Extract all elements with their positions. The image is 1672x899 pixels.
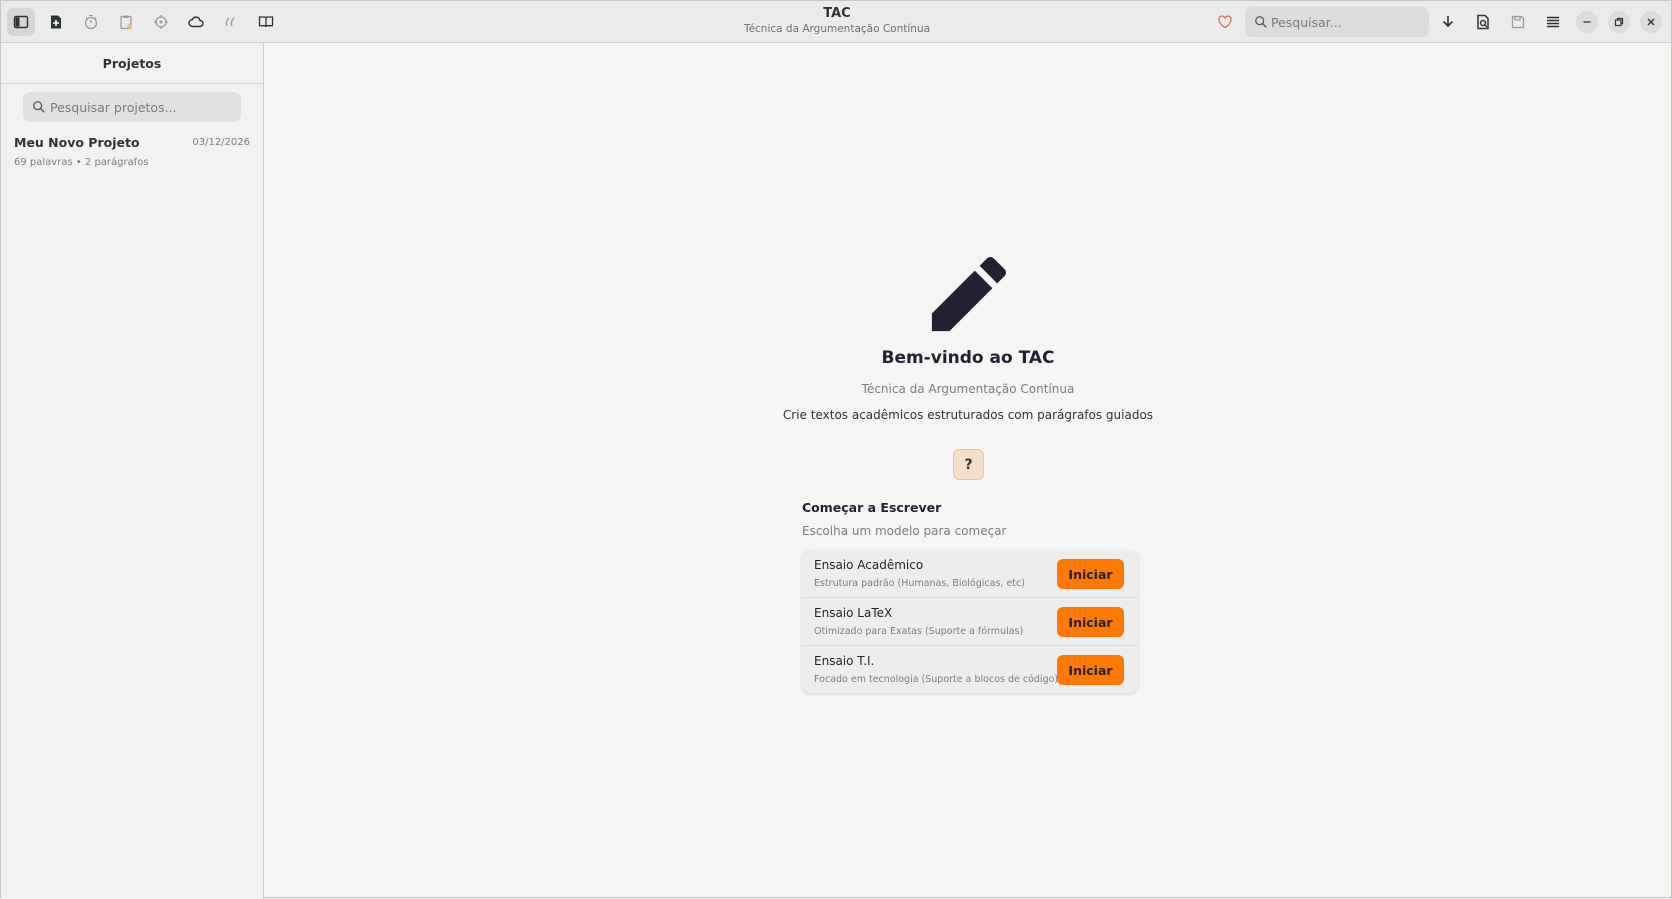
quote-button[interactable] — [217, 8, 245, 36]
new-document-button[interactable] — [42, 8, 70, 36]
quote-icon — [225, 17, 235, 27]
clipboard-button[interactable] — [112, 8, 140, 36]
project-list-item[interactable]: Meu Novo Projeto 03/12/2026 69 palavras … — [1, 131, 263, 175]
target-icon — [154, 15, 168, 29]
heart-icon — [1218, 15, 1232, 29]
welcome-description: Crie textos acadêmicos estruturados com … — [782, 408, 1154, 422]
welcome-subtitle: Técnica da Argumentação Contínua — [861, 382, 1075, 396]
export-icon — [1477, 14, 1489, 30]
project-date: 03/12/2026 — [192, 137, 250, 148]
start-it-essay-button[interactable]: Iniciar — [1057, 655, 1124, 685]
maximize-button[interactable] — [1608, 11, 1630, 33]
close-button[interactable] — [1640, 11, 1662, 33]
clipboard-icon — [120, 15, 132, 30]
template-name: Ensaio LaTeX — [814, 606, 893, 620]
minimize-icon — [1583, 21, 1591, 23]
window-title-area: TAC Técnica da Argumentação Contínua — [637, 6, 1037, 36]
sidebar-toggle-icon — [13, 15, 29, 29]
welcome-screen: Bem-vindo ao TAC Técnica da Argumentação… — [265, 43, 1671, 897]
template-list: Ensaio Acadêmico Estrutura padrão (Human… — [802, 550, 1138, 693]
timer-icon — [84, 14, 98, 30]
start-latex-essay-button[interactable]: Iniciar — [1057, 607, 1124, 637]
template-row: Ensaio LaTeX Otimizado para Exatas (Supo… — [802, 598, 1138, 646]
download-button[interactable] — [1434, 8, 1462, 36]
maximize-icon — [1614, 17, 1624, 27]
app-window: TAC Técnica da Argumentação Contínua Pes… — [0, 0, 1672, 899]
sidebar-toggle-button[interactable] — [7, 8, 35, 36]
timer-button[interactable] — [77, 8, 105, 36]
download-icon — [1442, 16, 1454, 28]
main-menu-button[interactable] — [1539, 8, 1567, 36]
project-meta: 69 palavras • 2 parágrafos — [14, 157, 149, 168]
start-writing-title: Começar a Escrever — [802, 500, 942, 515]
template-description: Focado em tecnologia (Suporte a blocos d… — [814, 674, 1059, 685]
app-subtitle: Técnica da Argumentação Contínua — [743, 23, 931, 35]
project-name: Meu Novo Projeto — [14, 135, 140, 150]
header-search-input[interactable] — [1271, 11, 1421, 33]
export-button[interactable] — [1469, 8, 1497, 36]
projects-search[interactable] — [23, 92, 241, 122]
app-title: TAC — [823, 6, 851, 21]
save-button[interactable] — [1504, 8, 1532, 36]
cloud-icon — [188, 16, 204, 28]
welcome-title: Bem-vindo ao TAC — [881, 348, 1055, 368]
favorite-button[interactable] — [1211, 8, 1239, 36]
start-writing-subtitle: Escolha um modelo para começar — [802, 524, 1007, 538]
new-document-icon — [51, 15, 61, 29]
projects-sidebar: Projetos Meu Novo Projeto 03/12/2026 69 … — [1, 43, 264, 899]
pencil-icon — [931, 257, 1006, 332]
menu-icon — [1547, 16, 1559, 28]
save-icon — [1511, 15, 1525, 29]
book-icon — [258, 16, 274, 28]
template-description: Otimizado para Exatas (Suporte a fórmula… — [814, 626, 1024, 637]
search-icon — [33, 101, 45, 113]
start-academic-essay-button[interactable]: Iniciar — [1057, 559, 1124, 589]
template-row: Ensaio Acadêmico Estrutura padrão (Human… — [802, 550, 1138, 598]
sidebar-title: Projetos — [1, 43, 263, 84]
projects-search-input[interactable] — [50, 96, 235, 118]
focus-button[interactable] — [147, 8, 175, 36]
help-button[interactable]: ? — [953, 449, 984, 480]
template-description: Estrutura padrão (Humanas, Biológicas, e… — [814, 578, 1025, 589]
template-row: Ensaio T.I. Focado em tecnologia (Suport… — [802, 646, 1138, 693]
cloud-button[interactable] — [182, 8, 210, 36]
template-name: Ensaio Acadêmico — [814, 558, 924, 572]
minimize-button[interactable] — [1576, 11, 1598, 33]
reading-mode-button[interactable] — [252, 8, 280, 36]
search-icon — [1255, 16, 1267, 28]
template-name: Ensaio T.I. — [814, 654, 875, 668]
close-icon — [1647, 18, 1655, 26]
header-bar: TAC Técnica da Argumentação Contínua — [1, 1, 1671, 43]
header-search[interactable] — [1245, 7, 1429, 37]
